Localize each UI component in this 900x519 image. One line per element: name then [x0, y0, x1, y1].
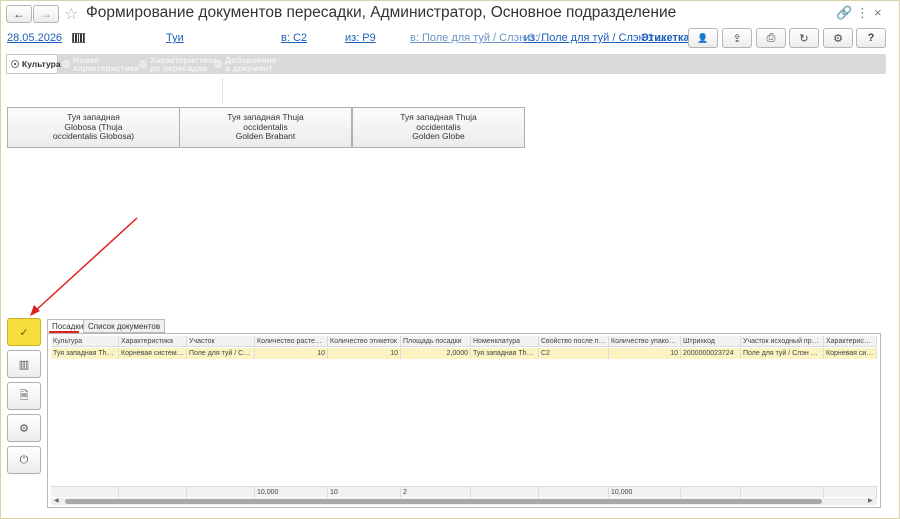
confirm-button[interactable]: ✓ — [7, 318, 41, 346]
table-footer: 10,000 10 2 10,000 — [51, 486, 877, 498]
horizontal-scrollbar[interactable]: ◀ ▶ — [51, 498, 877, 505]
table-row[interactable]: Туя западная Thuj... Корневая система...… — [51, 348, 877, 359]
document-button[interactable]: 🗎 — [7, 382, 41, 410]
footer-cell — [681, 487, 741, 498]
column-header[interactable]: Номенклатура — [471, 336, 539, 347]
footer-cell: 10,000 — [255, 487, 328, 498]
power-button[interactable]: ⏻ — [7, 446, 41, 474]
barcode-icon: ▥ — [18, 358, 30, 371]
column-header[interactable]: Участок исходный при п... — [741, 336, 824, 347]
footer-cell — [471, 487, 539, 498]
table-cell: Поле для туй / Слэ... — [189, 348, 255, 359]
footer-cell — [187, 487, 255, 498]
column-header[interactable]: Свойство после пе... — [539, 336, 609, 347]
column-header[interactable]: Количество растений — [255, 336, 328, 347]
table-cell: 2000000023724 — [681, 348, 741, 359]
power-icon: ⏻ — [19, 453, 29, 466]
table-cell: Корневая система... — [121, 348, 187, 359]
table-cell: Поле для туй / Слэн 1 / ... — [743, 348, 824, 359]
settings-button[interactable]: ⚙ — [7, 414, 41, 442]
footer-cell — [539, 487, 609, 498]
check-icon: ✓ — [19, 326, 29, 339]
column-header[interactable]: Штрихкод — [681, 336, 741, 347]
gear-icon: ⚙ — [19, 422, 29, 435]
plantings-table: Культура Характеристика Участок Количест… — [47, 333, 881, 508]
column-header[interactable]: Культура — [51, 336, 119, 347]
footer-cell: 2 — [401, 487, 471, 498]
scroll-left-icon[interactable]: ◀ — [54, 498, 59, 505]
table-cell: 2,0000 — [401, 348, 471, 359]
table-cell: Туя западная Thuj... — [473, 348, 539, 359]
footer-cell — [741, 487, 824, 498]
table-cell: 10 — [328, 348, 401, 359]
scroll-right-icon[interactable]: ▶ — [868, 498, 873, 505]
column-header[interactable]: Площадь посадки — [401, 336, 471, 347]
footer-cell: 10 — [328, 487, 401, 498]
footer-cell — [51, 487, 119, 498]
table-header: Культура Характеристика Участок Количест… — [51, 336, 877, 347]
table-cell: 10 — [609, 348, 681, 359]
document-icon: 🗎 — [19, 389, 29, 402]
table-cell: Корневая систем... — [826, 348, 877, 359]
column-header[interactable]: Характеристика — [824, 336, 877, 347]
tab-documents-list[interactable]: Список документов — [83, 319, 166, 333]
footer-cell — [824, 487, 877, 498]
footer-cell: 10,000 — [609, 487, 681, 498]
footer-cell — [119, 487, 187, 498]
scrollbar-thumb[interactable] — [65, 499, 822, 504]
column-header[interactable]: Количество упаковок — [609, 336, 681, 347]
barcode-button[interactable]: ▥ — [7, 350, 41, 378]
column-header[interactable]: Характеристика — [119, 336, 187, 347]
column-header[interactable]: Количество этикеток — [328, 336, 401, 347]
table-cell: Туя западная Thuj... — [53, 348, 119, 359]
table-cell: С2 — [539, 348, 609, 359]
column-header[interactable]: Участок — [187, 336, 255, 347]
table-cell: 10 — [255, 348, 328, 359]
